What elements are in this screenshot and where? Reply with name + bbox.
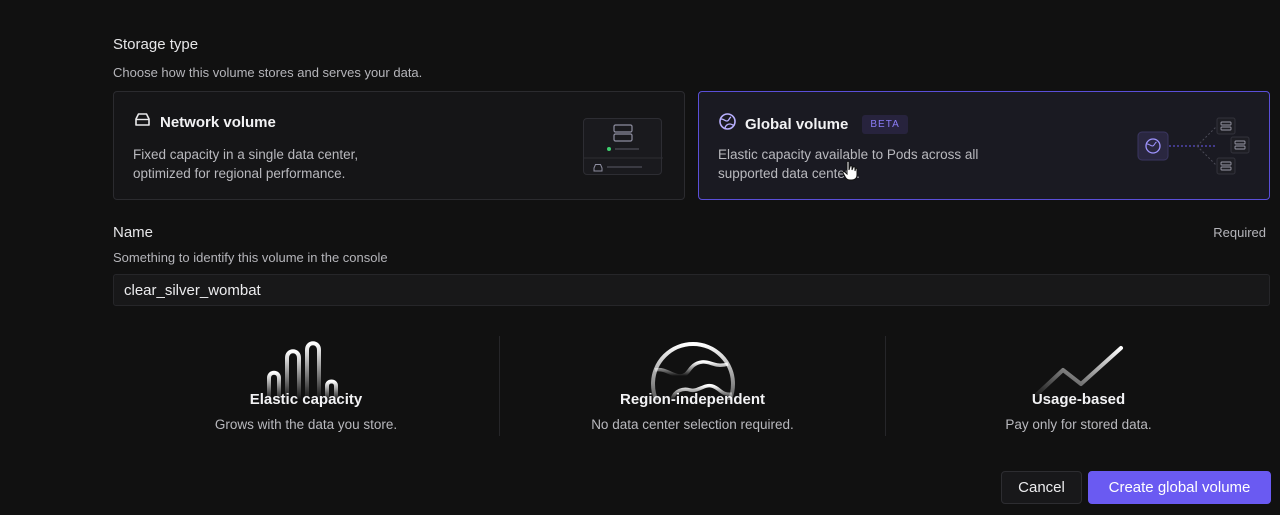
feature-description: No data center selection required. <box>591 417 794 432</box>
option-title: Network volume <box>160 114 276 131</box>
drive-icon <box>133 112 152 133</box>
global-volume-illustration <box>1137 116 1255 178</box>
feature-region-independent: Region-independent No data center select… <box>499 336 885 436</box>
feature-description: Pay only for stored data. <box>1005 417 1152 432</box>
feature-elastic-capacity: Elastic capacity Grows with the data you… <box>113 336 499 436</box>
feature-usage-based: Usage-based Pay only for stored data. <box>885 336 1271 436</box>
name-label: Name <box>113 224 154 241</box>
option-description: Fixed capacity in a single data center, … <box>133 147 359 181</box>
cancel-button[interactable]: Cancel <box>1001 471 1082 504</box>
network-volume-illustration <box>583 118 663 175</box>
name-subtitle: Something to identify this volume in the… <box>113 250 388 265</box>
beta-badge: BETA <box>862 114 908 134</box>
global-volume-option[interactable]: Global volume BETA Elastic capacity avai… <box>698 91 1270 200</box>
hand-cursor-icon <box>842 160 858 187</box>
feature-title: Elastic capacity <box>249 391 363 408</box>
section-subtitle: Choose how this volume stores and serves… <box>113 65 423 80</box>
globe-icon <box>718 112 737 136</box>
feature-description: Grows with the data you store. <box>214 417 398 432</box>
feature-title: Region-independent <box>620 391 765 408</box>
feature-title: Usage-based <box>1031 391 1126 408</box>
required-indicator: Required <box>1213 225 1266 240</box>
create-global-volume-button[interactable]: Create global volume <box>1088 471 1271 504</box>
network-volume-option[interactable]: Network volume Fixed capacity in a singl… <box>113 91 685 200</box>
option-title: Global volume <box>745 115 849 133</box>
volume-name-input[interactable] <box>113 274 1270 306</box>
section-title: Storage type <box>113 36 199 53</box>
